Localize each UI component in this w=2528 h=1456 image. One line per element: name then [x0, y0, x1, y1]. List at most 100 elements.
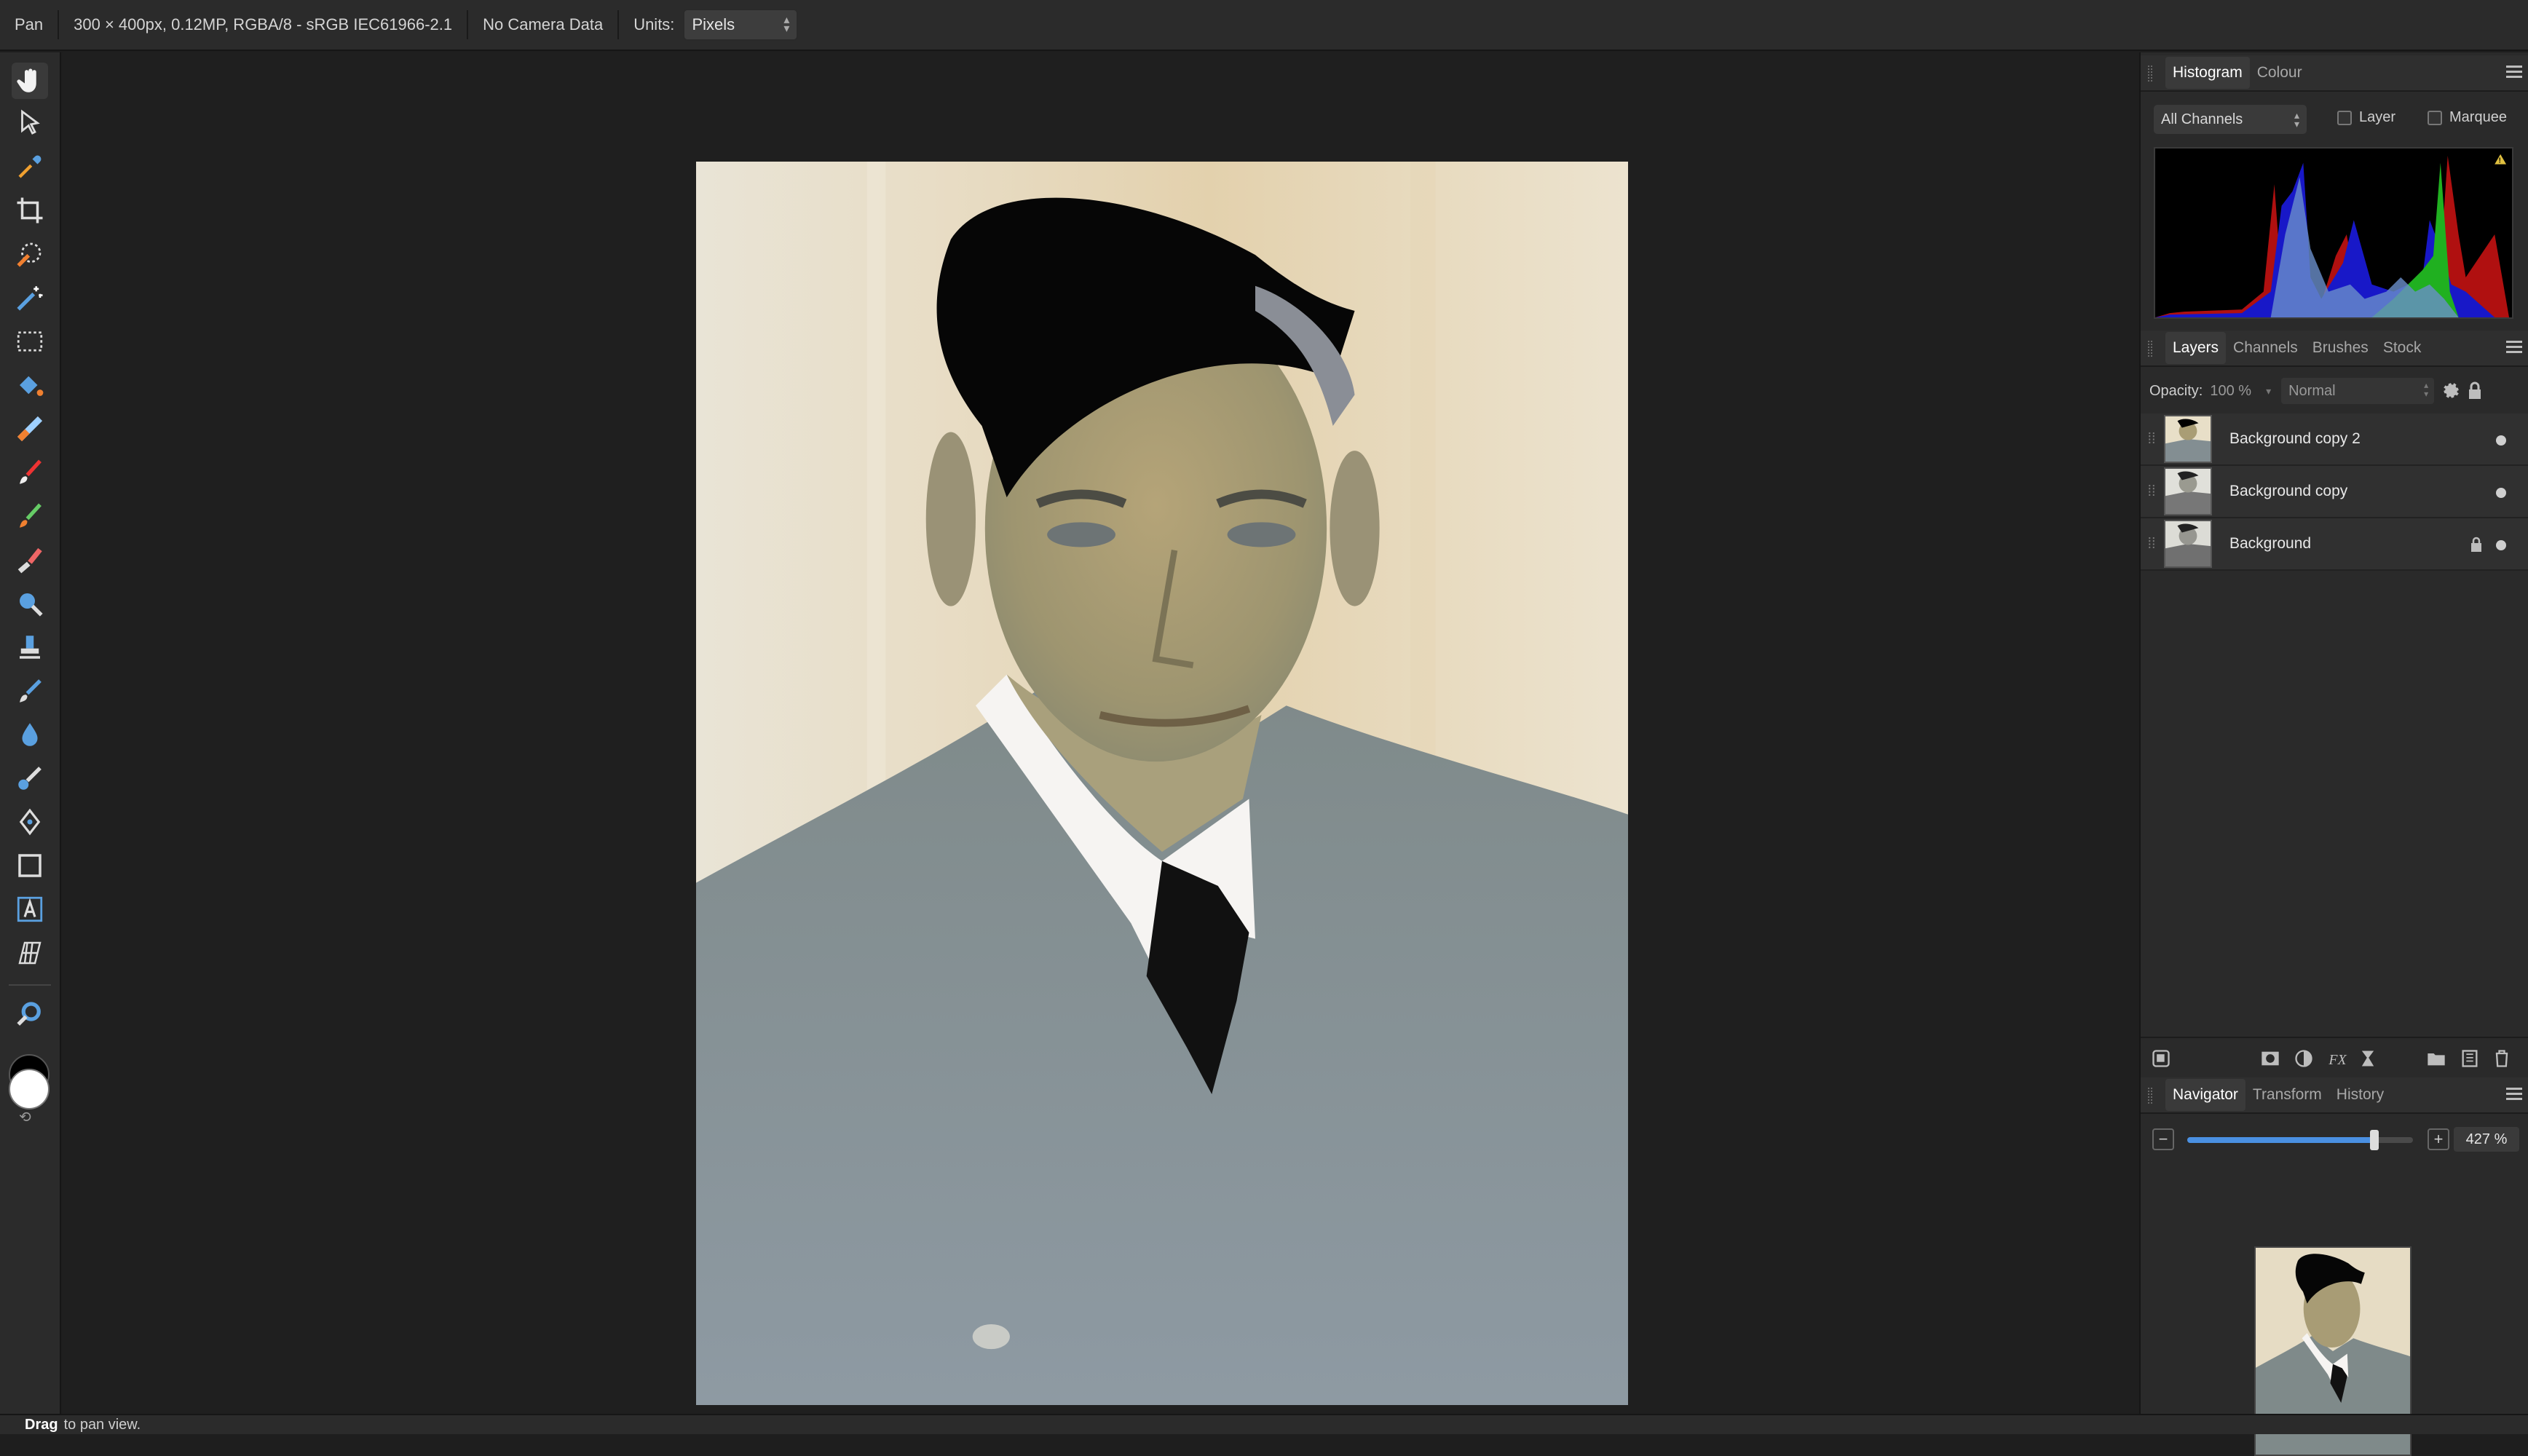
artistic-text-tool[interactable]	[12, 891, 48, 927]
dodge-tool[interactable]	[12, 585, 48, 622]
add-pixel-layer-icon[interactable]	[2460, 1048, 2480, 1069]
paint-brush-tool[interactable]	[12, 454, 48, 491]
right-studio-panel: Histogram Colour All Channels ▴ ▾ Layer M…	[2139, 52, 2528, 1456]
updown-chevron-icon: ▴ ▾	[2294, 109, 2299, 130]
pen-tool[interactable]	[12, 804, 48, 840]
channel-select-value: All Channels	[2161, 111, 2243, 127]
panel-menu-icon[interactable]	[2506, 1088, 2522, 1104]
tab-stock[interactable]: Stock	[2376, 332, 2429, 364]
visibility-dot-icon[interactable]	[2496, 540, 2506, 550]
tab-history[interactable]: History	[2329, 1079, 2391, 1111]
fx-icon[interactable]: FX	[2327, 1048, 2347, 1069]
secondary-color-swatch[interactable]	[9, 1069, 50, 1109]
histogram-graph: !	[2154, 147, 2513, 319]
navigator-panel-tabs: Navigator Transform History	[2141, 1077, 2528, 1114]
smudge-tool[interactable]	[12, 673, 48, 709]
checkbox-box[interactable]	[2428, 110, 2442, 125]
channel-select[interactable]: All Channels ▴ ▾	[2154, 105, 2307, 134]
updown-chevron-icon: ▴ ▾	[783, 14, 790, 35]
layer-row[interactable]: ⁞⁞ Background copy 2	[2141, 414, 2528, 466]
tab-channels[interactable]: Channels	[2226, 332, 2305, 364]
units-select[interactable]: Pixels ▴ ▾	[683, 9, 799, 41]
blend-mode-select[interactable]: Normal ▴ ▾	[2281, 378, 2435, 404]
tab-transform[interactable]: Transform	[2245, 1079, 2329, 1111]
status-bar: Drag to pan view.	[0, 1414, 2528, 1434]
visibility-dot-icon[interactable]	[2496, 435, 2506, 446]
tab-brushes[interactable]: Brushes	[2305, 332, 2376, 364]
drag-handle-icon[interactable]: ⁞⁞	[2141, 431, 2162, 448]
mesh-warp-tool[interactable]	[12, 935, 48, 971]
pen-icon	[19, 808, 41, 836]
zoom-out-button[interactable]: −	[2152, 1128, 2174, 1150]
panel-menu-icon[interactable]	[2506, 66, 2522, 82]
blur-tool[interactable]	[12, 716, 48, 753]
live-filter-icon[interactable]	[2358, 1048, 2378, 1069]
dodge-icon	[20, 593, 43, 617]
zoom-slider-fill	[2187, 1137, 2375, 1143]
canvas-area[interactable]	[63, 52, 2139, 1414]
layer-checkbox[interactable]: Layer	[2337, 109, 2395, 126]
status-action: Drag	[25, 1416, 58, 1433]
checkbox-box[interactable]	[2337, 110, 2352, 125]
divider	[9, 984, 51, 986]
blend-mode-value: Normal	[2288, 382, 2336, 399]
zoom-in-button[interactable]: +	[2428, 1128, 2449, 1150]
marquee-icon	[17, 331, 43, 352]
rectangle-tool[interactable]	[12, 847, 48, 884]
portrait-image	[696, 162, 1628, 1405]
trash-icon[interactable]	[2492, 1048, 2512, 1069]
panel-grip-icon[interactable]	[2148, 1088, 2152, 1104]
svg-text:!: !	[2499, 157, 2501, 165]
mask-layer-icon[interactable]	[2260, 1048, 2280, 1069]
visibility-dot-icon[interactable]	[2496, 488, 2506, 498]
tab-navigator[interactable]: Navigator	[2165, 1079, 2245, 1111]
document-info: 300 × 400px, 0.12MP, RGBA/8 - sRGB IEC61…	[74, 15, 453, 33]
updown-chevron-icon: ▴ ▾	[2424, 380, 2429, 399]
tab-layers[interactable]: Layers	[2165, 332, 2227, 364]
layer-name: Background copy	[2229, 483, 2348, 499]
gradient-tool[interactable]	[12, 411, 48, 447]
opacity-value[interactable]: 100 %	[2210, 383, 2251, 400]
gradient-icon	[17, 416, 43, 442]
document-image[interactable]	[696, 162, 1628, 1405]
color-replacement-tool[interactable]	[12, 498, 48, 534]
flood-fill-tool[interactable]	[12, 367, 48, 403]
lock-icon[interactable]	[2468, 381, 2482, 400]
healing-tool[interactable]	[12, 760, 48, 796]
hand-tool[interactable]	[12, 63, 48, 99]
move-tool[interactable]	[12, 105, 48, 141]
drag-handle-icon[interactable]: ⁞⁞	[2141, 483, 2162, 500]
zoom-tool[interactable]	[12, 996, 48, 1032]
histogram-panel-tabs: Histogram Colour	[2141, 55, 2528, 92]
clone-tool[interactable]	[12, 629, 48, 665]
crop-tool[interactable]	[12, 192, 48, 229]
marquee-checkbox[interactable]: Marquee	[2428, 109, 2507, 126]
current-tool-name: Pan	[15, 15, 44, 33]
tab-histogram[interactable]: Histogram	[2165, 57, 2250, 89]
drag-handle-icon[interactable]: ⁞⁞	[2141, 536, 2162, 553]
chevron-down-icon[interactable]: ▾	[2266, 385, 2271, 397]
add-group-icon[interactable]	[2426, 1048, 2446, 1069]
adjustment-layer-icon[interactable]	[2294, 1048, 2314, 1069]
panel-menu-icon[interactable]	[2506, 341, 2522, 357]
panel-grip-icon[interactable]	[2148, 341, 2152, 357]
zoom-slider-thumb[interactable]	[2370, 1130, 2379, 1150]
layer-row[interactable]: ⁞⁞ Background copy	[2141, 466, 2528, 518]
swap-colors-icon[interactable]: ⟲	[19, 1108, 31, 1126]
magic-wand-tool[interactable]	[12, 280, 48, 316]
zoom-value-field[interactable]: 427 %	[2454, 1127, 2519, 1152]
panel-grip-icon[interactable]	[2148, 66, 2152, 82]
layer-name: Background	[2229, 535, 2312, 552]
gear-icon[interactable]	[2441, 381, 2460, 400]
color-picker-tool[interactable]	[12, 149, 48, 185]
layer-options-icon[interactable]	[2151, 1048, 2171, 1069]
selection-brush-tool[interactable]	[12, 236, 48, 272]
lock-icon[interactable]	[2470, 536, 2483, 553]
marquee-tool[interactable]	[12, 323, 48, 360]
zoom-slider[interactable]	[2187, 1130, 2413, 1150]
layer-row[interactable]: ⁞⁞ Background	[2141, 518, 2528, 571]
opacity-label: Opacity:	[2149, 382, 2203, 399]
erase-tool[interactable]	[12, 542, 48, 578]
zoom-icon	[17, 1002, 41, 1026]
tab-colour[interactable]: Colour	[2250, 57, 2310, 89]
